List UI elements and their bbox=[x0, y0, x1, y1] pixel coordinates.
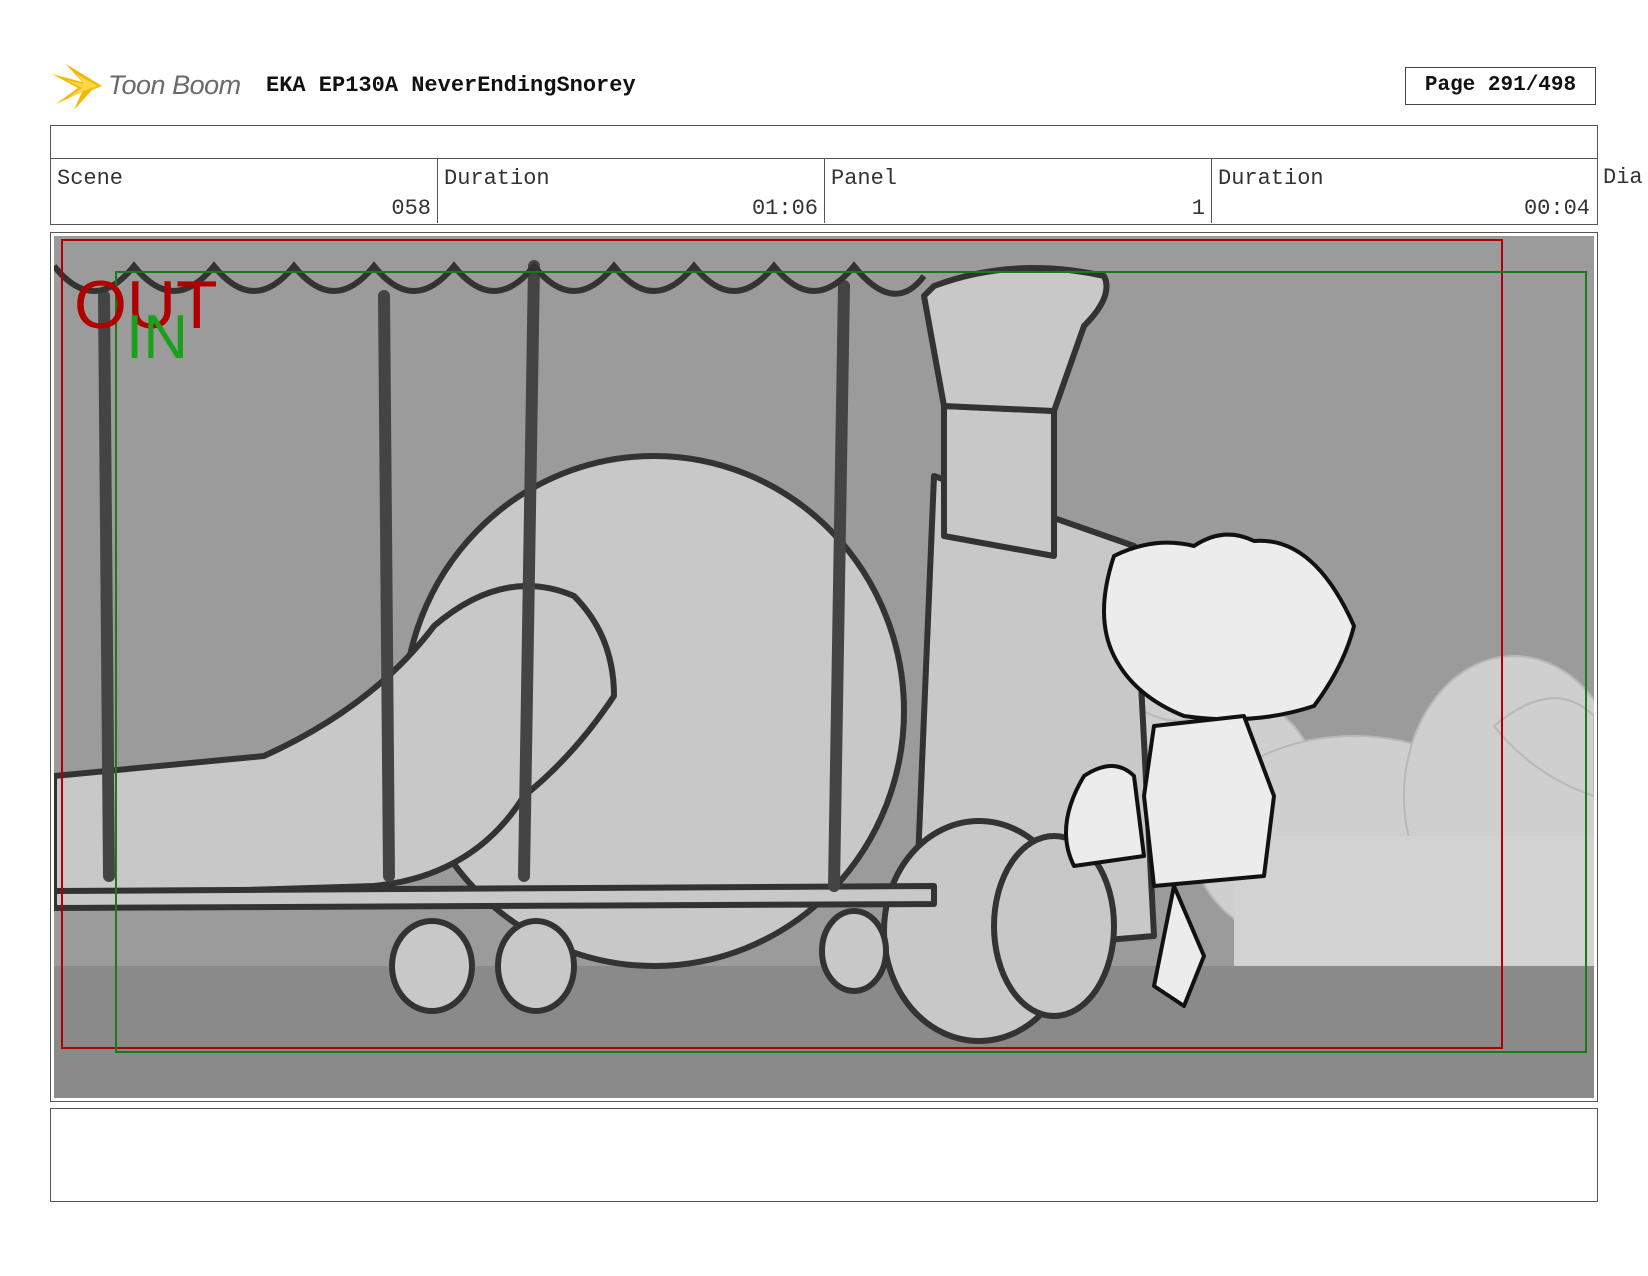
panel-drawing: OUT IN bbox=[54, 236, 1594, 1098]
scene-value: 058 bbox=[391, 196, 431, 221]
panel-duration-cell: Duration 00:04 bbox=[1212, 159, 1596, 223]
panel-duration-label: Duration bbox=[1218, 166, 1324, 191]
top-strip bbox=[50, 125, 1598, 159]
toon-boom-logo: Toon Boom bbox=[52, 60, 252, 110]
panel-label: Panel bbox=[831, 166, 898, 191]
scene-label: Scene bbox=[57, 166, 124, 191]
scene-info-row: Scene 058 Duration 01:06 Panel 1 Duratio… bbox=[50, 158, 1598, 225]
panel-duration-value: 00:04 bbox=[1523, 196, 1590, 221]
dialog-label: Dia bbox=[1603, 165, 1643, 190]
brand-name: Toon Boom bbox=[108, 70, 241, 100]
in-label: IN bbox=[126, 303, 188, 372]
panel-cell: Panel 1 bbox=[825, 159, 1212, 223]
scene-cell: Scene 058 bbox=[51, 159, 438, 223]
storyboard-panel-frame: OUT IN bbox=[50, 232, 1598, 1102]
panel-value: 1 bbox=[1191, 196, 1205, 221]
storyboard-header: Toon Boom EKA EP130A NeverEndingSnorey bbox=[52, 58, 1602, 112]
scene-duration-label: Duration bbox=[444, 166, 550, 191]
scene-duration-value: 01:06 bbox=[751, 196, 818, 221]
scene-duration-cell: Duration 01:06 bbox=[438, 159, 825, 223]
dialog-box bbox=[50, 1108, 1598, 1202]
starburst-logo-icon bbox=[52, 64, 102, 110]
page-counter: Page 291/498 bbox=[1405, 67, 1596, 105]
document-title: EKA EP130A NeverEndingSnorey bbox=[266, 73, 636, 98]
